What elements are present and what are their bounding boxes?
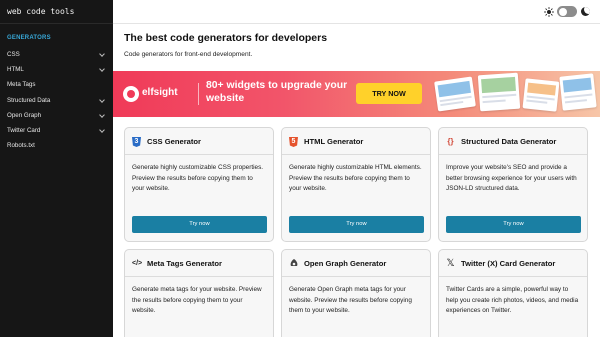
- sidebar-item-label: Meta Tags: [7, 81, 36, 89]
- sidebar-item-label: Twitter Card: [7, 126, 41, 134]
- card-css-generator: 3 CSS Generator Generate highly customiz…: [124, 127, 274, 242]
- card-html-generator: 5 HTML Generator Generate highly customi…: [281, 127, 431, 242]
- chevron-down-icon: [99, 51, 105, 57]
- card-title: Structured Data Generator: [461, 137, 557, 146]
- sidebar-item-html[interactable]: HTML: [0, 62, 113, 77]
- card-header: </> Meta Tags Generator: [125, 250, 273, 277]
- card-description: Twitter Cards are a simple, powerful way…: [446, 286, 579, 314]
- open-graph-icon: [290, 259, 298, 266]
- widget-preview: [522, 78, 560, 112]
- chevron-down-icon: [99, 111, 105, 118]
- sidebar-item-css[interactable]: CSS: [0, 47, 113, 62]
- css3-icon: 3: [132, 137, 141, 147]
- sidebar-item-meta-tags[interactable]: Meta Tags: [0, 77, 113, 92]
- ad-banner[interactable]: elfsight 80+ widgets to upgrade your web…: [113, 71, 600, 117]
- sidebar-item-label: HTML: [7, 66, 24, 74]
- sidebar-item-label: Robots.txt: [7, 142, 35, 150]
- code-tag-icon: </>: [132, 260, 143, 267]
- chevron-down-icon: [99, 127, 105, 133]
- card-header: 𝕏 Twitter (X) Card Generator: [439, 250, 587, 277]
- sidebar-item-label: Structured Data: [7, 96, 51, 104]
- try-now-button[interactable]: Try now: [446, 216, 581, 233]
- card-meta-tags-generator: </> Meta Tags Generator Generate meta ta…: [124, 249, 274, 337]
- card-title: Twitter (X) Card Generator: [461, 259, 556, 268]
- sidebar: web code tools GENERATORS CSS HTML Meta …: [0, 0, 113, 337]
- card-title: CSS Generator: [147, 137, 202, 146]
- card-header: Open Graph Generator: [282, 250, 430, 277]
- banner-headline: 80+ widgets to upgrade your website: [206, 80, 348, 104]
- try-now-button[interactable]: Try now: [289, 216, 424, 233]
- widget-preview: [559, 73, 597, 111]
- sidebar-item-label: CSS: [7, 51, 20, 58]
- curly-braces-icon: {}: [447, 137, 454, 146]
- sidebar-item-twitter-card[interactable]: Twitter Card: [0, 123, 113, 138]
- top-bar: [113, 0, 600, 24]
- card-title: Meta Tags Generator: [147, 259, 222, 268]
- page-subtitle: Code generators for front-end developmen…: [124, 51, 253, 58]
- site-logo[interactable]: web code tools: [0, 0, 113, 24]
- sun-icon: [544, 7, 554, 17]
- banner-divider: [198, 83, 199, 105]
- card-description: Generate Open Graph meta tags for your w…: [289, 286, 412, 314]
- card-header: 3 CSS Generator: [125, 128, 273, 155]
- chevron-down-icon: [99, 66, 105, 73]
- card-header: {} Structured Data Generator: [439, 128, 587, 155]
- widget-preview: [434, 76, 476, 112]
- toggle-knob: [559, 7, 567, 16]
- card-structured-data-generator: {} Structured Data Generator Improve you…: [438, 127, 588, 242]
- card-header: 5 HTML Generator: [282, 128, 430, 155]
- chevron-down-icon: [99, 96, 105, 103]
- html5-icon: 5: [289, 137, 298, 147]
- card-open-graph-generator: Open Graph Generator Generate Open Graph…: [281, 249, 431, 337]
- moon-icon: [581, 7, 590, 16]
- banner-brand: elfsight: [142, 87, 178, 98]
- x-logo-icon: 𝕏: [446, 258, 455, 269]
- card-description: Generate highly customizable HTML elemen…: [289, 164, 422, 192]
- card-twitter-card-generator: 𝕏 Twitter (X) Card Generator Twitter Car…: [438, 249, 588, 337]
- widget-preview: [477, 72, 521, 112]
- sidebar-item-label: Open Graph: [7, 111, 42, 119]
- try-now-button[interactable]: Try now: [132, 216, 267, 233]
- nav-heading-generators[interactable]: GENERATORS: [0, 24, 113, 47]
- card-description: Generate highly customizable CSS propert…: [132, 164, 264, 192]
- page-title: The best code generators for developers: [124, 32, 328, 44]
- sidebar-item-open-graph[interactable]: Open Graph: [0, 108, 113, 123]
- card-description: Improve your website's SEO and provide a…: [446, 164, 577, 192]
- elfsight-logo-icon: [123, 86, 139, 102]
- card-title: HTML Generator: [304, 137, 364, 146]
- sidebar-item-structured-data[interactable]: Structured Data: [0, 93, 113, 108]
- sidebar-item-robots[interactable]: Robots.txt: [0, 138, 113, 153]
- banner-cta-button[interactable]: TRY NOW: [356, 83, 422, 104]
- card-description: Generate meta tags for your website. Pre…: [132, 286, 262, 314]
- theme-toggle[interactable]: [557, 6, 577, 17]
- card-title: Open Graph Generator: [304, 259, 387, 268]
